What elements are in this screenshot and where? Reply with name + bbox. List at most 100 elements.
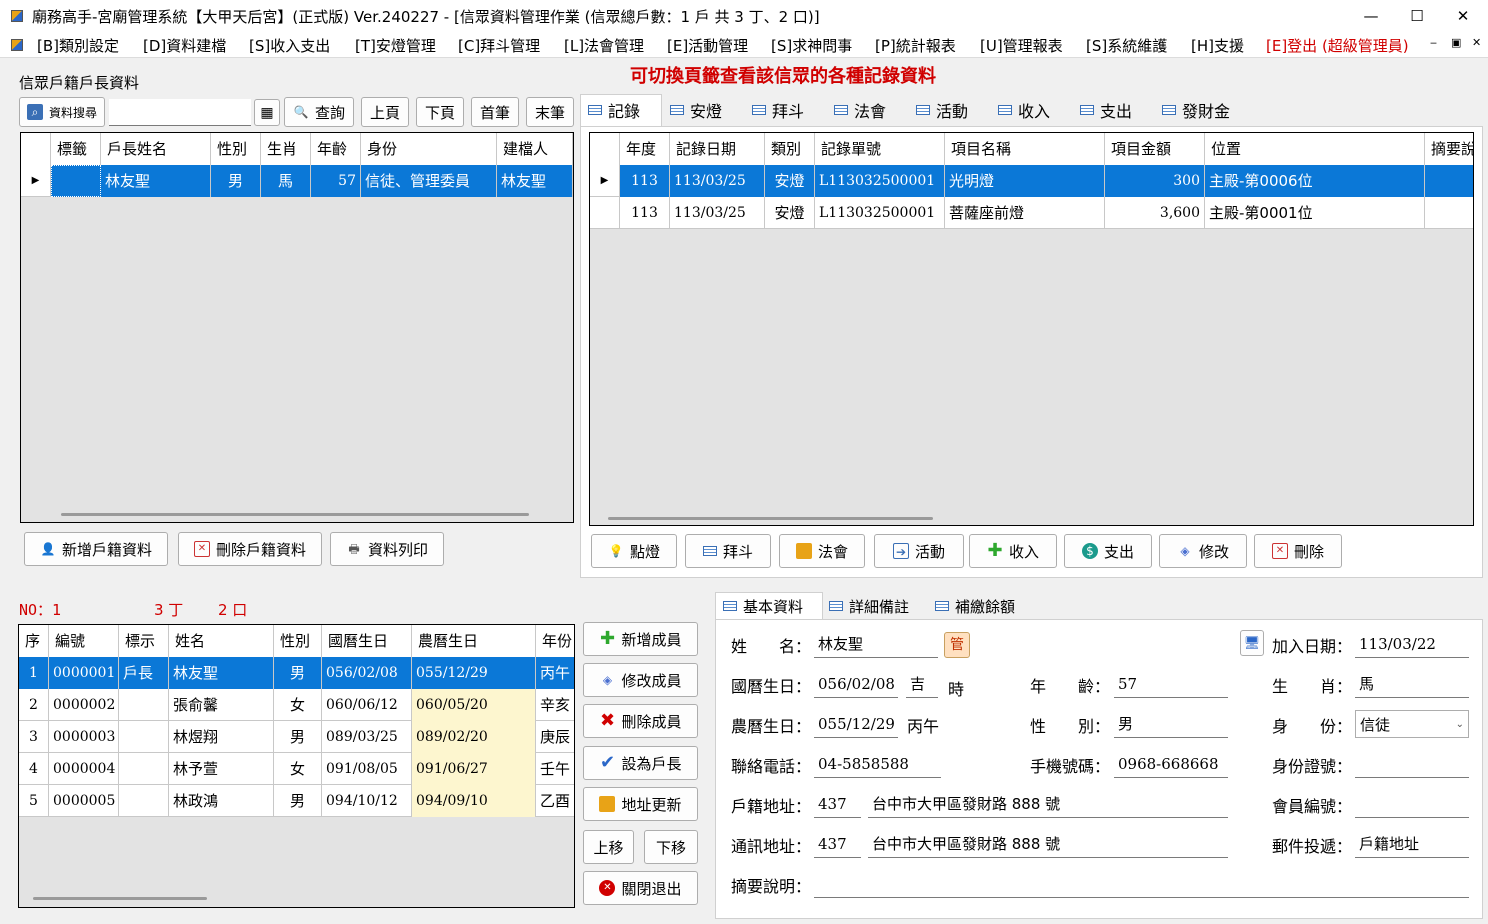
ritual-button[interactable]: 法會 (779, 534, 865, 568)
col-identity[interactable]: 身份 (361, 133, 497, 165)
tab-notes[interactable]: 詳細備註 (829, 592, 909, 620)
col-seq[interactable]: 序 (19, 625, 49, 657)
query-button[interactable]: 🔍 查詢 (284, 97, 354, 127)
manager-badge[interactable]: 管 (944, 632, 970, 658)
age-field[interactable]: 57 (1114, 670, 1228, 698)
members-grid[interactable]: 序 編號 標示 姓名 性別 國曆生日 農曆生日 年份 1 0000001 戶長 林友聖… (18, 624, 575, 908)
tab-fortune-fund[interactable]: 發財金 (1162, 95, 1230, 125)
col-year-ganzhi[interactable]: 年份 (536, 625, 574, 657)
menu-income[interactable]: [S]收入支出 (249, 35, 330, 56)
col-summary[interactable]: 摘要說 (1425, 133, 1473, 165)
menu-divination[interactable]: [S]求神問事 (771, 35, 852, 56)
menu-category[interactable]: [B]類別設定 (37, 35, 119, 56)
tab-basic-info[interactable]: 基本資料 (723, 592, 803, 620)
update-address-button[interactable]: 地址更新 (583, 787, 698, 821)
memo-field[interactable] (814, 870, 1469, 898)
mail-zip-field[interactable]: 437 (814, 830, 861, 858)
household-hscrollbar[interactable] (61, 513, 529, 516)
menu-activity[interactable]: [E]活動管理 (667, 35, 748, 56)
col-tag[interactable]: 標籤 (51, 133, 101, 165)
identity-select[interactable]: 信徒 ⌄ (1355, 710, 1469, 738)
tab-balance[interactable]: 補繳餘額 (935, 592, 1015, 620)
tab-income[interactable]: 收入 (998, 95, 1050, 125)
col-name[interactable]: 姓名 (169, 625, 274, 657)
col-item-amount[interactable]: 項目金額 (1105, 133, 1205, 165)
expense-button[interactable]: $ 支出 (1064, 534, 1152, 568)
col-gender[interactable]: 性別 (274, 625, 322, 657)
calendar-button[interactable]: 🖥 (1240, 630, 1264, 656)
col-year[interactable]: 年度 (620, 133, 670, 165)
next-page-button[interactable]: 下頁 (416, 97, 464, 127)
zodiac-field[interactable]: 馬 (1355, 670, 1469, 698)
table-row[interactable]: ▶ 113 113/03/25 安燈 L113032500001 光明燈 300… (590, 165, 1473, 197)
add-household-button[interactable]: 👤 新增戶籍資料 (24, 532, 168, 566)
table-row[interactable]: 5 0000005 林政鴻男 094/10/12 094/09/10 乙酉 (19, 785, 574, 817)
dipper-button[interactable]: 拜斗 (685, 534, 771, 568)
table-row[interactable]: 113 113/03/25 安燈 L113032500001 菩薩座前燈 3,6… (590, 197, 1473, 229)
col-record-no[interactable]: 記錄單號 (815, 133, 945, 165)
table-row[interactable]: 1 0000001 戶長 林友聖男 056/02/08 055/12/29 丙午 (19, 657, 574, 689)
col-age[interactable]: 年齡 (311, 133, 361, 165)
col-head-name[interactable]: 戶長姓名 (101, 133, 211, 165)
table-row[interactable]: 4 0000004 林予萱女 091/08/05 091/06/27 壬午 (19, 753, 574, 785)
menu-logout[interactable]: [E]登出 (超級管理員) (1266, 35, 1409, 56)
minimize-button[interactable]: — (1348, 0, 1394, 32)
col-gender[interactable]: 性別 (211, 133, 261, 165)
birth-hour-field[interactable]: 吉 (906, 670, 938, 698)
tab-activity[interactable]: 活動 (916, 95, 968, 125)
delete-member-button[interactable]: ✖ 刪除成員 (583, 704, 698, 738)
id-number-field[interactable] (1355, 750, 1469, 778)
print-button[interactable]: 🖶 資料列印 (330, 532, 444, 566)
tab-records[interactable]: 記錄 (588, 95, 640, 125)
search-data-button[interactable]: ⌕ 資料搜尋 (19, 97, 105, 127)
mail-delivery-field[interactable]: 戶籍地址 (1355, 830, 1469, 858)
col-position[interactable]: 位置 (1205, 133, 1425, 165)
reg-address-field[interactable]: 台中市大甲區發財路 888 號 (868, 790, 1228, 818)
col-lunar-birthday[interactable]: 農曆生日 (412, 625, 536, 657)
light-lamp-button[interactable]: 💡 點燈 (591, 534, 677, 568)
col-item-name[interactable]: 項目名稱 (945, 133, 1105, 165)
mobile-field[interactable]: 0968-668668 (1114, 750, 1228, 778)
tab-dipper[interactable]: 拜斗 (752, 95, 804, 125)
close-button[interactable]: ✕ (1440, 0, 1486, 32)
table-row[interactable]: 2 0000002 張俞馨女 060/06/12 060/05/20 辛亥 (19, 689, 574, 721)
join-date-field[interactable]: 113/03/22 (1355, 630, 1469, 658)
calendar-button[interactable]: ▦ (254, 99, 280, 126)
menu-ritual[interactable]: [L]法會管理 (564, 35, 644, 56)
col-creator[interactable]: 建檔人 (497, 133, 573, 165)
menu-data[interactable]: [D]資料建檔 (143, 35, 226, 56)
tab-lamp[interactable]: 安燈 (670, 95, 722, 125)
delete-household-button[interactable]: ✕ 刪除戶籍資料 (178, 532, 322, 566)
mdi-restore-icon[interactable]: ▣ (1451, 36, 1461, 49)
set-head-button[interactable]: ✔ 設為戶長 (583, 746, 698, 780)
col-record-date[interactable]: 記錄日期 (670, 133, 765, 165)
col-mark[interactable]: 標示 (119, 625, 169, 657)
gender-field[interactable]: 男 (1114, 710, 1228, 738)
edit-member-button[interactable]: ◈ 修改成員 (583, 663, 698, 697)
records-hscrollbar[interactable] (608, 517, 933, 520)
menu-stats[interactable]: [P]統計報表 (875, 35, 956, 56)
activity-button[interactable]: ➔ 活動 (874, 534, 964, 568)
move-up-button[interactable]: 上移 (583, 830, 634, 864)
phone-field[interactable]: 04-5858588 (814, 750, 941, 778)
maximize-button[interactable]: ☐ (1394, 0, 1440, 32)
menu-reports[interactable]: [U]管理報表 (980, 35, 1063, 56)
col-member-no[interactable]: 編號 (49, 625, 119, 657)
search-input[interactable] (109, 99, 251, 126)
household-grid[interactable]: 標籤 戶長姓名 性別 生肖 年齡 身份 建檔人 ▶ 林友聖 男 馬 57 信徒、… (20, 132, 574, 523)
delete-record-button[interactable]: ✕ 刪除 (1254, 534, 1342, 568)
edit-record-button[interactable]: ◈ 修改 (1159, 534, 1247, 568)
prev-page-button[interactable]: 上頁 (361, 97, 409, 127)
records-grid[interactable]: 年度 記錄日期 類別 記錄單號 項目名稱 項目金額 位置 摘要說 ▶ 113 1… (589, 132, 1474, 526)
solar-birthday-field[interactable]: 056/02/08 (814, 670, 898, 698)
income-button[interactable]: ✚ 收入 (969, 534, 1057, 568)
table-row[interactable]: 3 0000003 林煜翔男 089/03/25 089/02/20 庚辰 (19, 721, 574, 753)
col-category[interactable]: 類別 (765, 133, 815, 165)
menu-lamp[interactable]: [T]安燈管理 (355, 35, 436, 56)
tab-ritual[interactable]: 法會 (834, 95, 886, 125)
last-record-button[interactable]: 末筆 (526, 97, 574, 127)
lunar-birthday-field[interactable]: 055/12/29 (814, 710, 898, 738)
move-down-button[interactable]: 下移 (644, 830, 698, 864)
menu-support[interactable]: [H]支援 (1191, 35, 1244, 56)
first-record-button[interactable]: 首筆 (471, 97, 519, 127)
